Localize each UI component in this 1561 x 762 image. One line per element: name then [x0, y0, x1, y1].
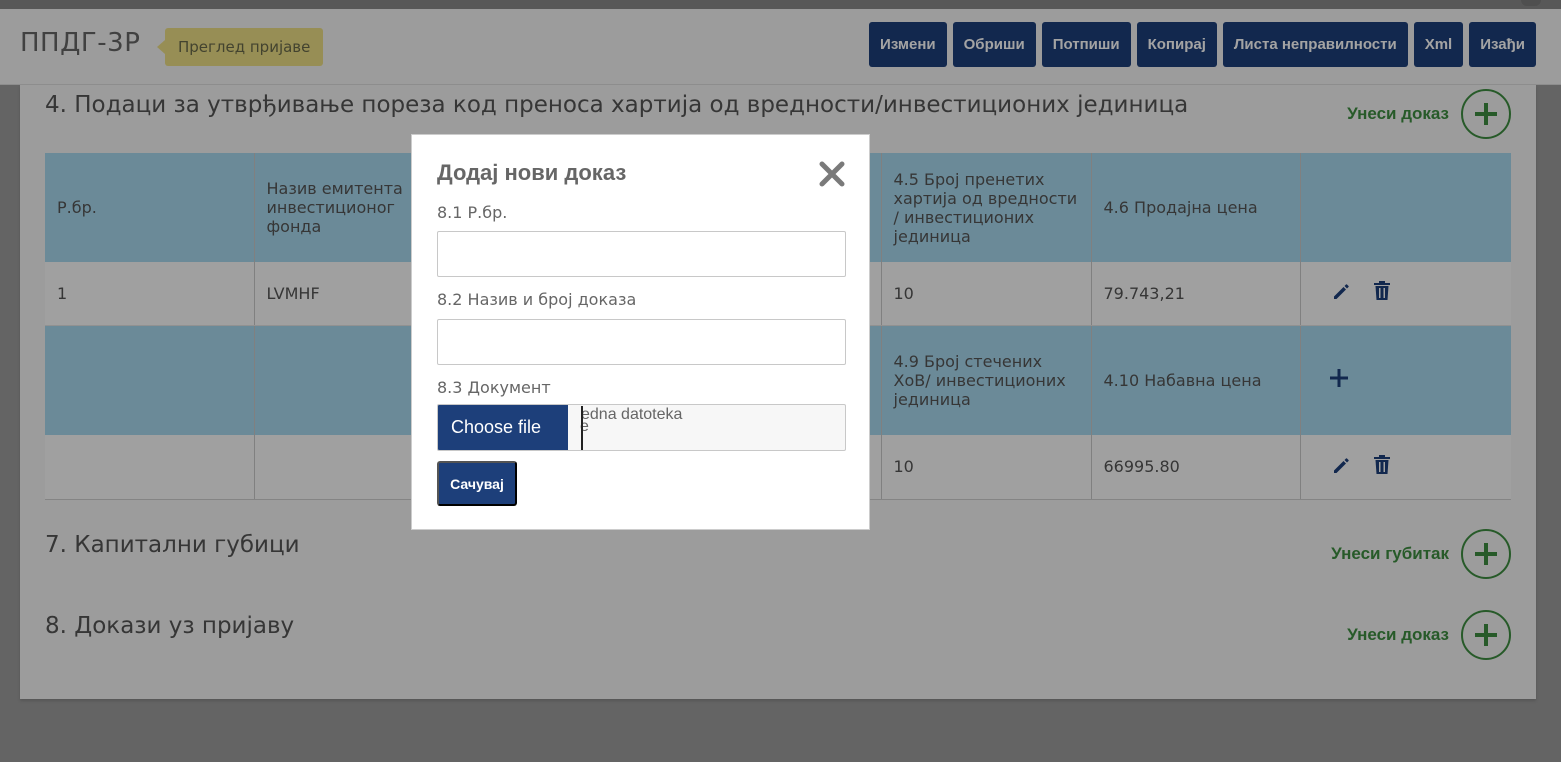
- modal-title: Додај нови доказ: [437, 160, 627, 185]
- rbr-input[interactable]: [437, 231, 846, 277]
- add-proof-modal: Додај нови доказ 8.1 Р.бр. 8.2 Назив и б…: [411, 134, 870, 530]
- save-button[interactable]: Сачувај: [437, 461, 517, 506]
- close-icon[interactable]: [817, 159, 847, 189]
- proof-name-label: 8.2 Назив и број доказа: [437, 290, 637, 309]
- document-file-input[interactable]: edna datoteka e Choose file: [437, 404, 846, 451]
- file-status-text: edna datoteka e: [580, 406, 683, 435]
- rbr-label: 8.1 Р.бр.: [437, 203, 508, 222]
- text-caret: [581, 406, 583, 450]
- document-label: 8.3 Документ: [437, 378, 551, 397]
- choose-file-button[interactable]: Choose file: [438, 405, 568, 450]
- proof-name-input[interactable]: [437, 319, 846, 365]
